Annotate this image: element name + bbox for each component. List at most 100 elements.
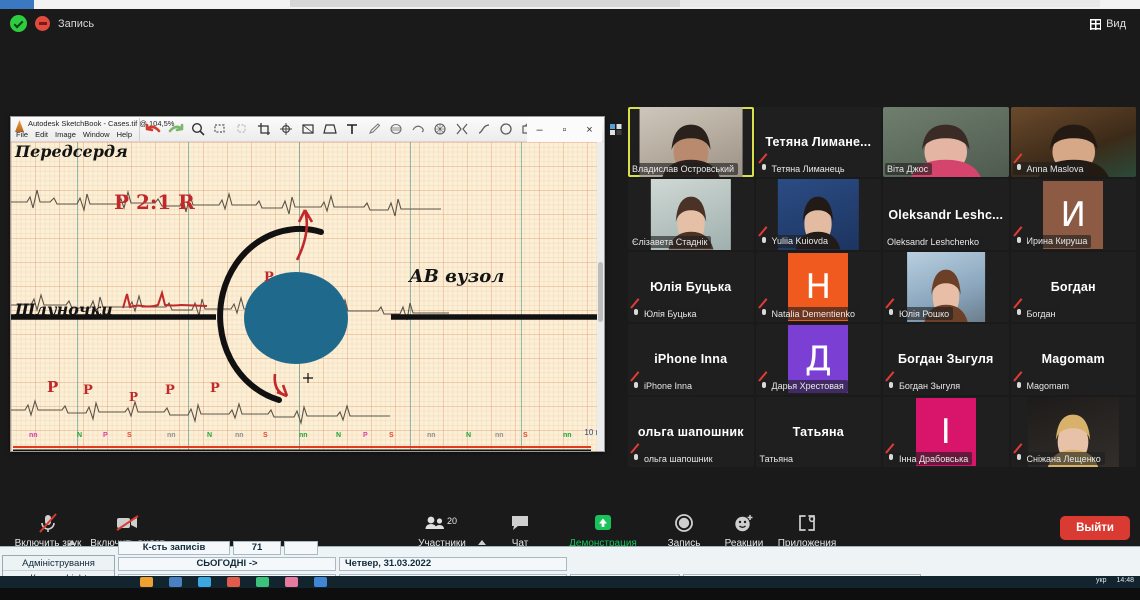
taskbar-icon-browser[interactable] (198, 577, 211, 587)
chat-bubble-icon (510, 511, 530, 535)
participant-tile[interactable]: Віта Джос (883, 107, 1009, 178)
maximize-button[interactable]: ▫ (552, 117, 577, 142)
sketchbook-titlebar[interactable]: Autodesk SketchBook - Cases.tif @ 104,5%… (11, 117, 621, 142)
taskbar-icon-media[interactable] (227, 577, 240, 587)
apps-button[interactable]: Приложения (759, 511, 855, 549)
transform-icon[interactable] (298, 119, 317, 139)
participant-name-label: Богдан (1026, 308, 1056, 319)
participant-tile[interactable]: Богдан Зыгуля Богдан Зыгуля (883, 324, 1009, 395)
ecg-traces-and-drawing (11, 189, 604, 451)
admin-button[interactable]: Адміністрування (3, 556, 114, 571)
svg-text:20: 20 (447, 516, 457, 526)
taskbar-icon-app[interactable] (169, 577, 182, 587)
symmetry-icon[interactable] (452, 119, 471, 139)
grid-view-icon (1090, 18, 1102, 30)
microphone-muted-icon (760, 381, 769, 392)
eraser-icon[interactable] (386, 119, 405, 139)
participant-display-name: iPhone Inna (654, 352, 728, 367)
lasso-select-icon[interactable] (232, 119, 251, 139)
participant-tile[interactable]: Magomam Magomam (1010, 324, 1136, 395)
fill-bucket-icon[interactable] (408, 119, 427, 139)
menu-image[interactable]: Image (55, 130, 76, 139)
sketchbook-menubar[interactable]: File Edit Image Window Help (16, 130, 132, 139)
menu-window[interactable]: Window (83, 130, 110, 139)
participant-name-label: Ирина Кируша (1026, 236, 1088, 247)
microphone-muted-icon (632, 308, 641, 319)
video-options-caret[interactable] (157, 523, 165, 545)
sketchbook-window[interactable]: Autodesk SketchBook - Cases.tif @ 104,5%… (10, 116, 621, 452)
taskbar-clock-area[interactable]: укр 14:48 (1096, 577, 1134, 584)
microphone-muted-icon (37, 511, 59, 535)
microphone-muted-icon (1015, 381, 1024, 392)
menu-help[interactable]: Help (117, 130, 132, 139)
taskbar-icon-sheet[interactable] (256, 577, 269, 587)
participant-tile[interactable]: ольга шапошник ольга шапошник (628, 396, 754, 467)
participant-tile[interactable]: Сніжана Лещенко (1010, 396, 1136, 467)
participant-tile[interactable]: Богдан Богдан (1010, 251, 1136, 323)
menu-file[interactable]: File (16, 130, 28, 139)
participant-display-name: Богдан Зыгуля (897, 352, 994, 367)
color-swatches-icon[interactable] (606, 119, 625, 139)
menu-edit[interactable]: Edit (35, 130, 48, 139)
view-button[interactable]: Вид (1084, 16, 1132, 32)
text-tool-icon[interactable] (342, 119, 361, 139)
taskbar-icons[interactable] (140, 577, 327, 587)
shield-check-icon[interactable] (10, 15, 27, 32)
records-count-spacer (284, 541, 318, 555)
sketchbook-canvas[interactable]: Передсердя P 2:1 R Шлуночки АВ вузол P P… (11, 142, 604, 451)
brush-icon[interactable] (430, 119, 449, 139)
participant-nameplate: Юлія Буцька (630, 307, 701, 321)
annotation-ventricles: Шлуночки (15, 300, 113, 319)
pencil-icon[interactable] (364, 119, 383, 139)
taskbar-icon-explorer[interactable] (140, 577, 153, 587)
marquee-select-icon[interactable] (210, 119, 229, 139)
participant-tile[interactable]: Юлія Буцька Юлія Буцька (628, 251, 754, 323)
redo-arrow-icon[interactable] (166, 119, 185, 139)
sketchbook-window-controls[interactable]: – ▫ × (527, 117, 602, 142)
taskbar-icon-zoom[interactable] (314, 577, 327, 587)
annotation-p-wave: P (210, 381, 220, 396)
camera-muted-icon (115, 511, 141, 535)
participant-tile[interactable]: И Ирина Кируша (1010, 179, 1136, 250)
participant-tile[interactable]: Д Дарья Хрестовая (755, 324, 881, 395)
move-icon[interactable] (276, 119, 295, 139)
close-button[interactable]: × (577, 117, 602, 142)
participant-tile[interactable]: Anna Maslova (1010, 107, 1136, 178)
participant-name-label: iPhone Inna (644, 381, 693, 392)
participant-tile[interactable]: Татьяна Татьяна (755, 396, 881, 467)
undo-arrow-icon[interactable] (144, 119, 163, 139)
canvas-vertical-scrollbar[interactable] (597, 142, 604, 451)
clock-time[interactable]: 14:48 (1116, 577, 1134, 584)
participant-tile[interactable]: Yuliia Kuiovda (755, 179, 881, 250)
participant-nameplate: Дарья Хрестовая (757, 379, 848, 393)
audio-options-caret[interactable] (68, 523, 76, 545)
participant-name-label: Тетяна Лиманець (771, 163, 845, 174)
participant-tile[interactable]: Владислав Островський (628, 107, 754, 178)
participant-tile[interactable]: iPhone Inna iPhone Inna (628, 324, 754, 395)
participant-tile[interactable]: І Інна Драбовська (883, 396, 1009, 467)
participant-tile[interactable]: Юлія Рошко (883, 251, 1009, 323)
recording-indicator-group[interactable]: Запись (10, 15, 94, 32)
perspective-icon[interactable] (320, 119, 339, 139)
ecg-beat-mark: S (263, 432, 268, 439)
leave-meeting-button[interactable]: Выйти (1060, 516, 1130, 540)
record-stop-icon[interactable] (35, 16, 50, 31)
participant-tile[interactable]: Н Natalia Dementienko (755, 251, 881, 323)
taskbar-icon-photo[interactable] (285, 577, 298, 587)
participant-tile[interactable]: Oleksandr Leshc... Oleksandr Leshchenko (883, 179, 1009, 250)
language-indicator[interactable]: укр (1096, 577, 1106, 584)
minimize-button[interactable]: – (527, 117, 552, 142)
participant-tile[interactable]: Тетяна Лимане... Тетяна Лиманець (755, 107, 881, 178)
crop-icon[interactable] (254, 119, 273, 139)
participant-tile[interactable]: Єлізавета Стаднік (628, 179, 754, 250)
record-label: Запись (58, 17, 95, 30)
ellipse-tool-icon[interactable] (496, 119, 515, 139)
participant-nameplate: Інна Драбовська (885, 452, 973, 465)
zoom-magnifier-icon[interactable] (188, 119, 207, 139)
microphone-muted-icon (887, 453, 896, 464)
annotation-p-wave: P (129, 390, 139, 404)
curve-tool-icon[interactable] (474, 119, 493, 139)
participant-nameplate: Владислав Островський (630, 163, 739, 176)
ecg-beat-mark: P (363, 432, 368, 439)
scrollbar-thumb[interactable] (598, 262, 603, 322)
